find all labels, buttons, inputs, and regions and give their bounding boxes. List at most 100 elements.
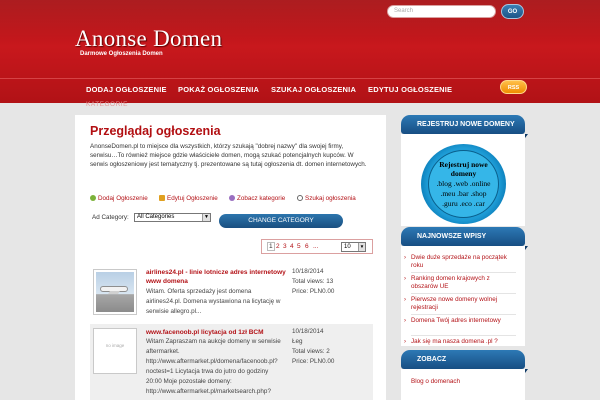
site-title[interactable]: Anonse Domen [75, 26, 222, 52]
page-link-2[interactable]: 2 [276, 243, 280, 250]
edit-icon [159, 195, 165, 201]
bullet-icon: › [404, 297, 406, 303]
listing-price: Price: PLN0.00 [292, 358, 335, 365]
bullet-icon: › [404, 276, 406, 282]
add-ad-label: Dodaj Ogłoszenie [98, 195, 148, 202]
no-image-placeholder: no image [105, 343, 125, 348]
change-category-button[interactable]: CHANGE CATEGORY [219, 214, 343, 228]
edit-ad-label: Edytuj Ogłoszenie [167, 195, 218, 202]
listing-views: Total views: 13 [292, 278, 334, 285]
listing-price: Price: PLN0.00 [292, 288, 335, 295]
ribbon-tail [525, 246, 528, 250]
intro-text: AnonseDomen.pl to miejsce dla wszystkich… [90, 143, 367, 168]
page-title: Przeglądaj ogłoszenia [90, 124, 221, 138]
category-select[interactable]: All Categories ▼ [134, 213, 211, 222]
airplane-wing [108, 291, 120, 294]
listing-date: 10/18/2014 [292, 268, 324, 275]
main-content: Przeglądaj ogłoszenia AnonseDomen.pl to … [75, 115, 386, 400]
search-ads-label: Szukaj ogłoszenia [305, 195, 356, 202]
listing-desc-line: 20:00 Moje pozostałe domeny: [146, 378, 232, 385]
go-button[interactable]: GO [501, 4, 524, 19]
divider [411, 314, 516, 315]
search-ads-link[interactable]: Szukaj ogłoszenia [297, 195, 356, 202]
magnifier-icon [297, 195, 303, 201]
nav-edit-ad[interactable]: EDYTUJ OGŁOSZENIE [368, 85, 452, 94]
nav-search-ads[interactable]: SZUKAJ OGŁOSZENIA [271, 85, 356, 94]
per-page-select[interactable]: 10 ▼ [341, 242, 366, 252]
see-also-box: Blog o domenach [401, 369, 525, 400]
bullet-icon: › [404, 339, 406, 345]
listing-desc-line: airlines24.pl. Domena wystawiona na licy… [146, 298, 281, 305]
listing-thumbnail[interactable] [93, 269, 137, 315]
bullet-icon: › [404, 318, 406, 324]
post-link-label: Ranking domen krajowych z obszarów UE [411, 275, 490, 290]
post-link-label: Pierwsze nowe domeny wolnej rejestracji [411, 296, 498, 311]
post-link[interactable]: › Dwie duże sprzedaże na początek roku [404, 254, 516, 270]
categories-icon [229, 195, 235, 201]
see-also-header: ZOBACZ [401, 350, 528, 373]
latest-posts-header: NAJNOWSZE WPISY [401, 227, 528, 250]
category-label: Ad Category: [92, 214, 129, 221]
ribbon-tail [525, 134, 528, 138]
post-link[interactable]: › Domena Twój adres internetowy [404, 317, 516, 325]
listing-title-line2[interactable]: www domena [146, 277, 188, 286]
pagination: 1 2 3 4 5 6 ... 10 ▼ [261, 239, 373, 254]
per-page-value: 10 [344, 244, 351, 250]
badge-line: Rejestruj nowe [439, 160, 488, 169]
page-ellipsis: ... [313, 243, 319, 250]
register-domains-badge[interactable]: Rejestruj nowe domeny .blog .web .online… [421, 144, 506, 224]
post-link[interactable]: › Pierwsze nowe domeny wolnej rejestracji [404, 296, 516, 312]
listing-desc-line: serwisie allegro.pl... [146, 308, 202, 315]
post-link-label: Jak się ma nasza domena .pl ? [411, 338, 498, 345]
badge-line: .meu .bar .shop [440, 189, 487, 198]
listing-desc-line: Witam. Oferta sprzedaży jest domena [146, 288, 252, 295]
page-link-6[interactable]: 6 [305, 243, 309, 250]
add-ad-link[interactable]: Dodaj Ogłoszenie [90, 195, 148, 202]
nav-add-ad[interactable]: DODAJ OGŁOSZENIE [86, 85, 167, 94]
post-link-label: Domena Twój adres internetowy [411, 317, 501, 324]
divider [411, 293, 516, 294]
listing-desc-line: noctest=1 Licytacja trwa do jutro do god… [146, 368, 269, 375]
post-link[interactable]: › Jak się ma nasza domena .pl ? [404, 338, 516, 346]
listing-date: 10/18/2014 [292, 328, 324, 335]
search-input[interactable]: Search [387, 5, 496, 18]
blog-link[interactable]: Blog o domenach [411, 378, 516, 386]
badge-line: .blog .web .online [436, 179, 491, 188]
latest-posts-box: › Dwie duże sprzedaże na początek roku › R… [401, 246, 525, 346]
listing-title[interactable]: airlines24.pl - linie lotnicze adres int… [146, 268, 286, 277]
chevron-down-icon: ▼ [358, 243, 365, 251]
add-icon [90, 195, 96, 201]
view-categories-link[interactable]: Zobacz kategorie [229, 195, 285, 202]
bullet-icon: › [404, 255, 406, 261]
nav-categories[interactable]: KATEGORIE [86, 101, 128, 108]
listing-thumbnail[interactable]: no image [93, 328, 137, 374]
listing-title[interactable]: www.facenoob.pl licytacja od 1zł BCM [146, 328, 264, 337]
register-domains-header: REJESTRUJ NOWE DOMENY [401, 115, 528, 138]
badge-line: .guru .eco .car [442, 199, 485, 208]
post-link-label: Dwie duże sprzedaże na początek roku [411, 254, 507, 269]
latest-posts-title: NAJNOWSZE WPISY [417, 233, 487, 240]
register-domains-title: REJESTRUJ NOWE DOMENY [417, 121, 515, 128]
page-link-3[interactable]: 3 [283, 243, 287, 250]
register-domains-box: Rejestruj nowe domeny .blog .web .online… [401, 134, 525, 226]
post-link[interactable]: › Ranking domen krajowych z obszarów UE [404, 275, 516, 291]
edit-ad-link[interactable]: Edytuj Ogłoszenie [159, 195, 218, 202]
page-link-1[interactable]: 1 [267, 242, 275, 251]
divider [411, 272, 516, 273]
listing-location: Łeg [292, 338, 303, 345]
listing-desc-line: aftermarket. [146, 348, 180, 355]
view-categories-label: Zobacz kategorie [237, 195, 286, 202]
listing-desc-line: http://www.aftermarket.pl/marketsearch.p… [146, 388, 271, 395]
listing-desc-line: Witam Zapraszam na aukcje domeny w serwi… [146, 338, 281, 345]
ribbon-tail [525, 369, 528, 373]
page-link-4[interactable]: 4 [290, 243, 294, 250]
badge-line: domeny [450, 169, 477, 178]
site-tagline: Darmowe Ogłoszenia Domen [80, 51, 163, 57]
divider [411, 335, 516, 336]
see-also-title: ZOBACZ [417, 356, 447, 363]
listing-item: no image www.facenoob.pl licytacja od 1z… [90, 324, 373, 400]
nav-show-ads[interactable]: POKAŻ OGŁOSZENIA [178, 85, 259, 94]
page-link-5[interactable]: 5 [297, 243, 301, 250]
rss-button[interactable]: RSS [500, 80, 527, 94]
listing-item: airlines24.pl - linie lotnicze adres int… [90, 264, 373, 315]
